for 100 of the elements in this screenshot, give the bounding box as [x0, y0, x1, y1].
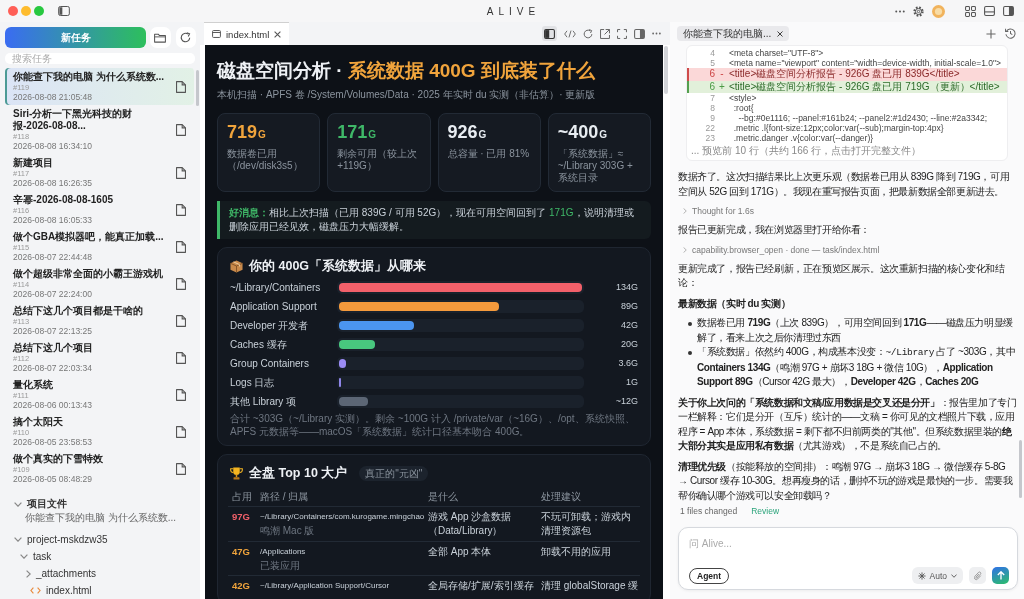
line-number: 5 [709, 58, 715, 68]
document-icon[interactable] [176, 351, 186, 364]
metric-label: 「系统数据」≈ ~/Library 303G + 系统目录 [557, 148, 634, 184]
fullscreen-icon[interactable] [617, 28, 627, 39]
message-heading: 最新数据（实时 du 实测） [678, 296, 792, 311]
code-line: .metric.danger .v{color:var(--danger)} [732, 133, 874, 143]
owner-text: 已装应用 [260, 559, 300, 572]
more-icon[interactable] [895, 9, 905, 13]
sparkle-icon [917, 571, 926, 580]
line-number: 4 [709, 48, 715, 58]
document-icon[interactable] [176, 123, 186, 136]
bar-label: ~/Library/Containers [230, 281, 322, 294]
panel-bottom-icon[interactable] [984, 6, 995, 16]
message-text: 报告已更新完成，我在浏览器里打开给你看： [678, 223, 871, 237]
panel-right-icon[interactable] [1003, 6, 1014, 16]
changes-summary: 1 files changed [680, 506, 738, 516]
app-title: ALIVE [485, 5, 541, 17]
session-title: 做个真实的下雪特效 [13, 453, 103, 465]
agent-mode-button[interactable]: Agent [689, 567, 730, 584]
size-value: 97G [232, 510, 251, 524]
file-item[interactable]: index.html [30, 582, 92, 599]
more-icon[interactable] [652, 32, 661, 35]
scrollbar-thumb[interactable] [196, 70, 199, 106]
scrollbar-thumb[interactable] [664, 46, 668, 94]
document-icon[interactable] [176, 203, 186, 216]
document-icon[interactable] [176, 425, 186, 438]
code-line: --bg:#0e1116; --panel:#161b24; --panel2:#1d2430; --line:#2a3342; [737, 113, 988, 123]
chevron-right-icon [683, 208, 687, 214]
session-title: 搞个太阳天 [13, 416, 63, 428]
code-file-icon [30, 587, 41, 594]
layout-grid-icon[interactable] [965, 5, 976, 17]
collapsed-step[interactable]: Thought for 1.6s [683, 205, 1017, 217]
bar-value: 20G [620, 338, 638, 351]
open-folder-button[interactable] [150, 27, 171, 48]
diff-sign: - [720, 68, 724, 79]
document-icon[interactable] [176, 80, 186, 93]
document-icon[interactable] [176, 166, 186, 179]
line-number: 9 [709, 113, 715, 123]
table-cell: 清理 globalStorage 缓 [541, 579, 640, 593]
panel-right-icon[interactable] [634, 28, 645, 39]
folder-item[interactable]: task [20, 548, 52, 565]
line-number: 6 [708, 68, 715, 81]
column-header: 路径 / 归属 [260, 490, 310, 503]
code-preview[interactable] [686, 45, 1008, 161]
bar-value: 42G [620, 319, 638, 332]
document-icon[interactable] [176, 240, 186, 253]
heading-tag: 真正的"元凶" [359, 465, 429, 481]
document-icon[interactable] [176, 314, 186, 327]
session-title: 量化系统 [13, 379, 53, 391]
line-number: 8 [709, 103, 715, 113]
section-header[interactable]: 项目文件 [14, 497, 67, 511]
metric-value: 171G [337, 122, 378, 144]
folder-item[interactable]: _attachments [26, 565, 97, 582]
refresh-button[interactable] [175, 27, 196, 48]
code-line: .metric .l{font-size:12px;color:var(--sub);margin-top:4px} [732, 123, 944, 133]
close-icon[interactable] [777, 30, 784, 37]
file-tab[interactable]: index.html [204, 22, 290, 45]
split-view-button[interactable] [542, 26, 557, 41]
sidebar-toggle-icon[interactable] [58, 6, 70, 16]
document-icon[interactable] [176, 277, 186, 290]
code-line: <meta name="viewport" content="width=device-width, initial-scale=1.0"> [729, 58, 1001, 68]
table-cell-text: 全局存储/扩展/索引缓存 [428, 579, 535, 593]
column-header: 占用 [232, 490, 253, 503]
settings-icon[interactable] [913, 5, 924, 17]
metric-label: 剩余可用（较上次 +119G） [337, 148, 419, 172]
bar-value: 1G [625, 376, 638, 389]
code-line: <meta charset="UTF-8"> [729, 48, 824, 58]
plus-icon[interactable] [986, 28, 996, 39]
refresh-icon[interactable] [583, 28, 593, 39]
close-button[interactable] [8, 6, 18, 16]
model-dropdown[interactable]: Auto [911, 567, 963, 584]
document-icon[interactable] [176, 388, 186, 401]
scrollbar-thumb[interactable] [1019, 440, 1022, 498]
message-input[interactable]: 问 Alive... [689, 536, 1009, 550]
session-title: 做个GBA模拟器吧，能真正加载... [13, 231, 164, 243]
search-field[interactable]: 搜索任务 [5, 53, 195, 64]
document-icon[interactable] [176, 462, 186, 475]
metric-value: 926G [447, 122, 488, 144]
bullet-icon [688, 351, 692, 355]
session-title: 总结下这几个项目都是干啥的 [13, 305, 143, 317]
column-header: 处理建议 [541, 490, 582, 503]
line-number: 6 [708, 80, 715, 93]
metric-value: 719G [227, 122, 267, 144]
close-icon[interactable] [274, 30, 282, 38]
external-link-icon[interactable] [600, 28, 610, 39]
message-text: 更新完成了，报告已经刷新，正在预览区展示。这次重新扫描的核心变化和结论： [678, 261, 1006, 290]
bar-value: 89G [620, 300, 638, 313]
code-icon[interactable] [564, 29, 576, 38]
chevron-right-icon [683, 246, 687, 253]
bar-label: Application Support [230, 300, 318, 313]
history-icon[interactable] [1005, 28, 1016, 39]
send-button[interactable] [992, 567, 1009, 584]
path-text: ~/Library/Containers/com.kurogame.mingchao [260, 511, 425, 523]
chat-tab[interactable]: 你能查下我的电脑... [677, 26, 790, 41]
bullet-icon [688, 322, 692, 326]
collapsed-step[interactable]: capability.browser_open · done — task/index.html [683, 243, 1017, 256]
chart-note: 合计 ~303G（~/Library 实测）。剩余 ~100G 计入 /private/var（~16G）、/opt、系统快照、APFS 元数据等——macOS「系统数据」统计口径基本吻合 400G。 [229, 413, 636, 438]
folder-icon [154, 32, 167, 43]
session-time: 2026-08-07 22:44:48 [13, 252, 92, 262]
folder-item[interactable]: project-mskdzw35 [14, 531, 108, 548]
